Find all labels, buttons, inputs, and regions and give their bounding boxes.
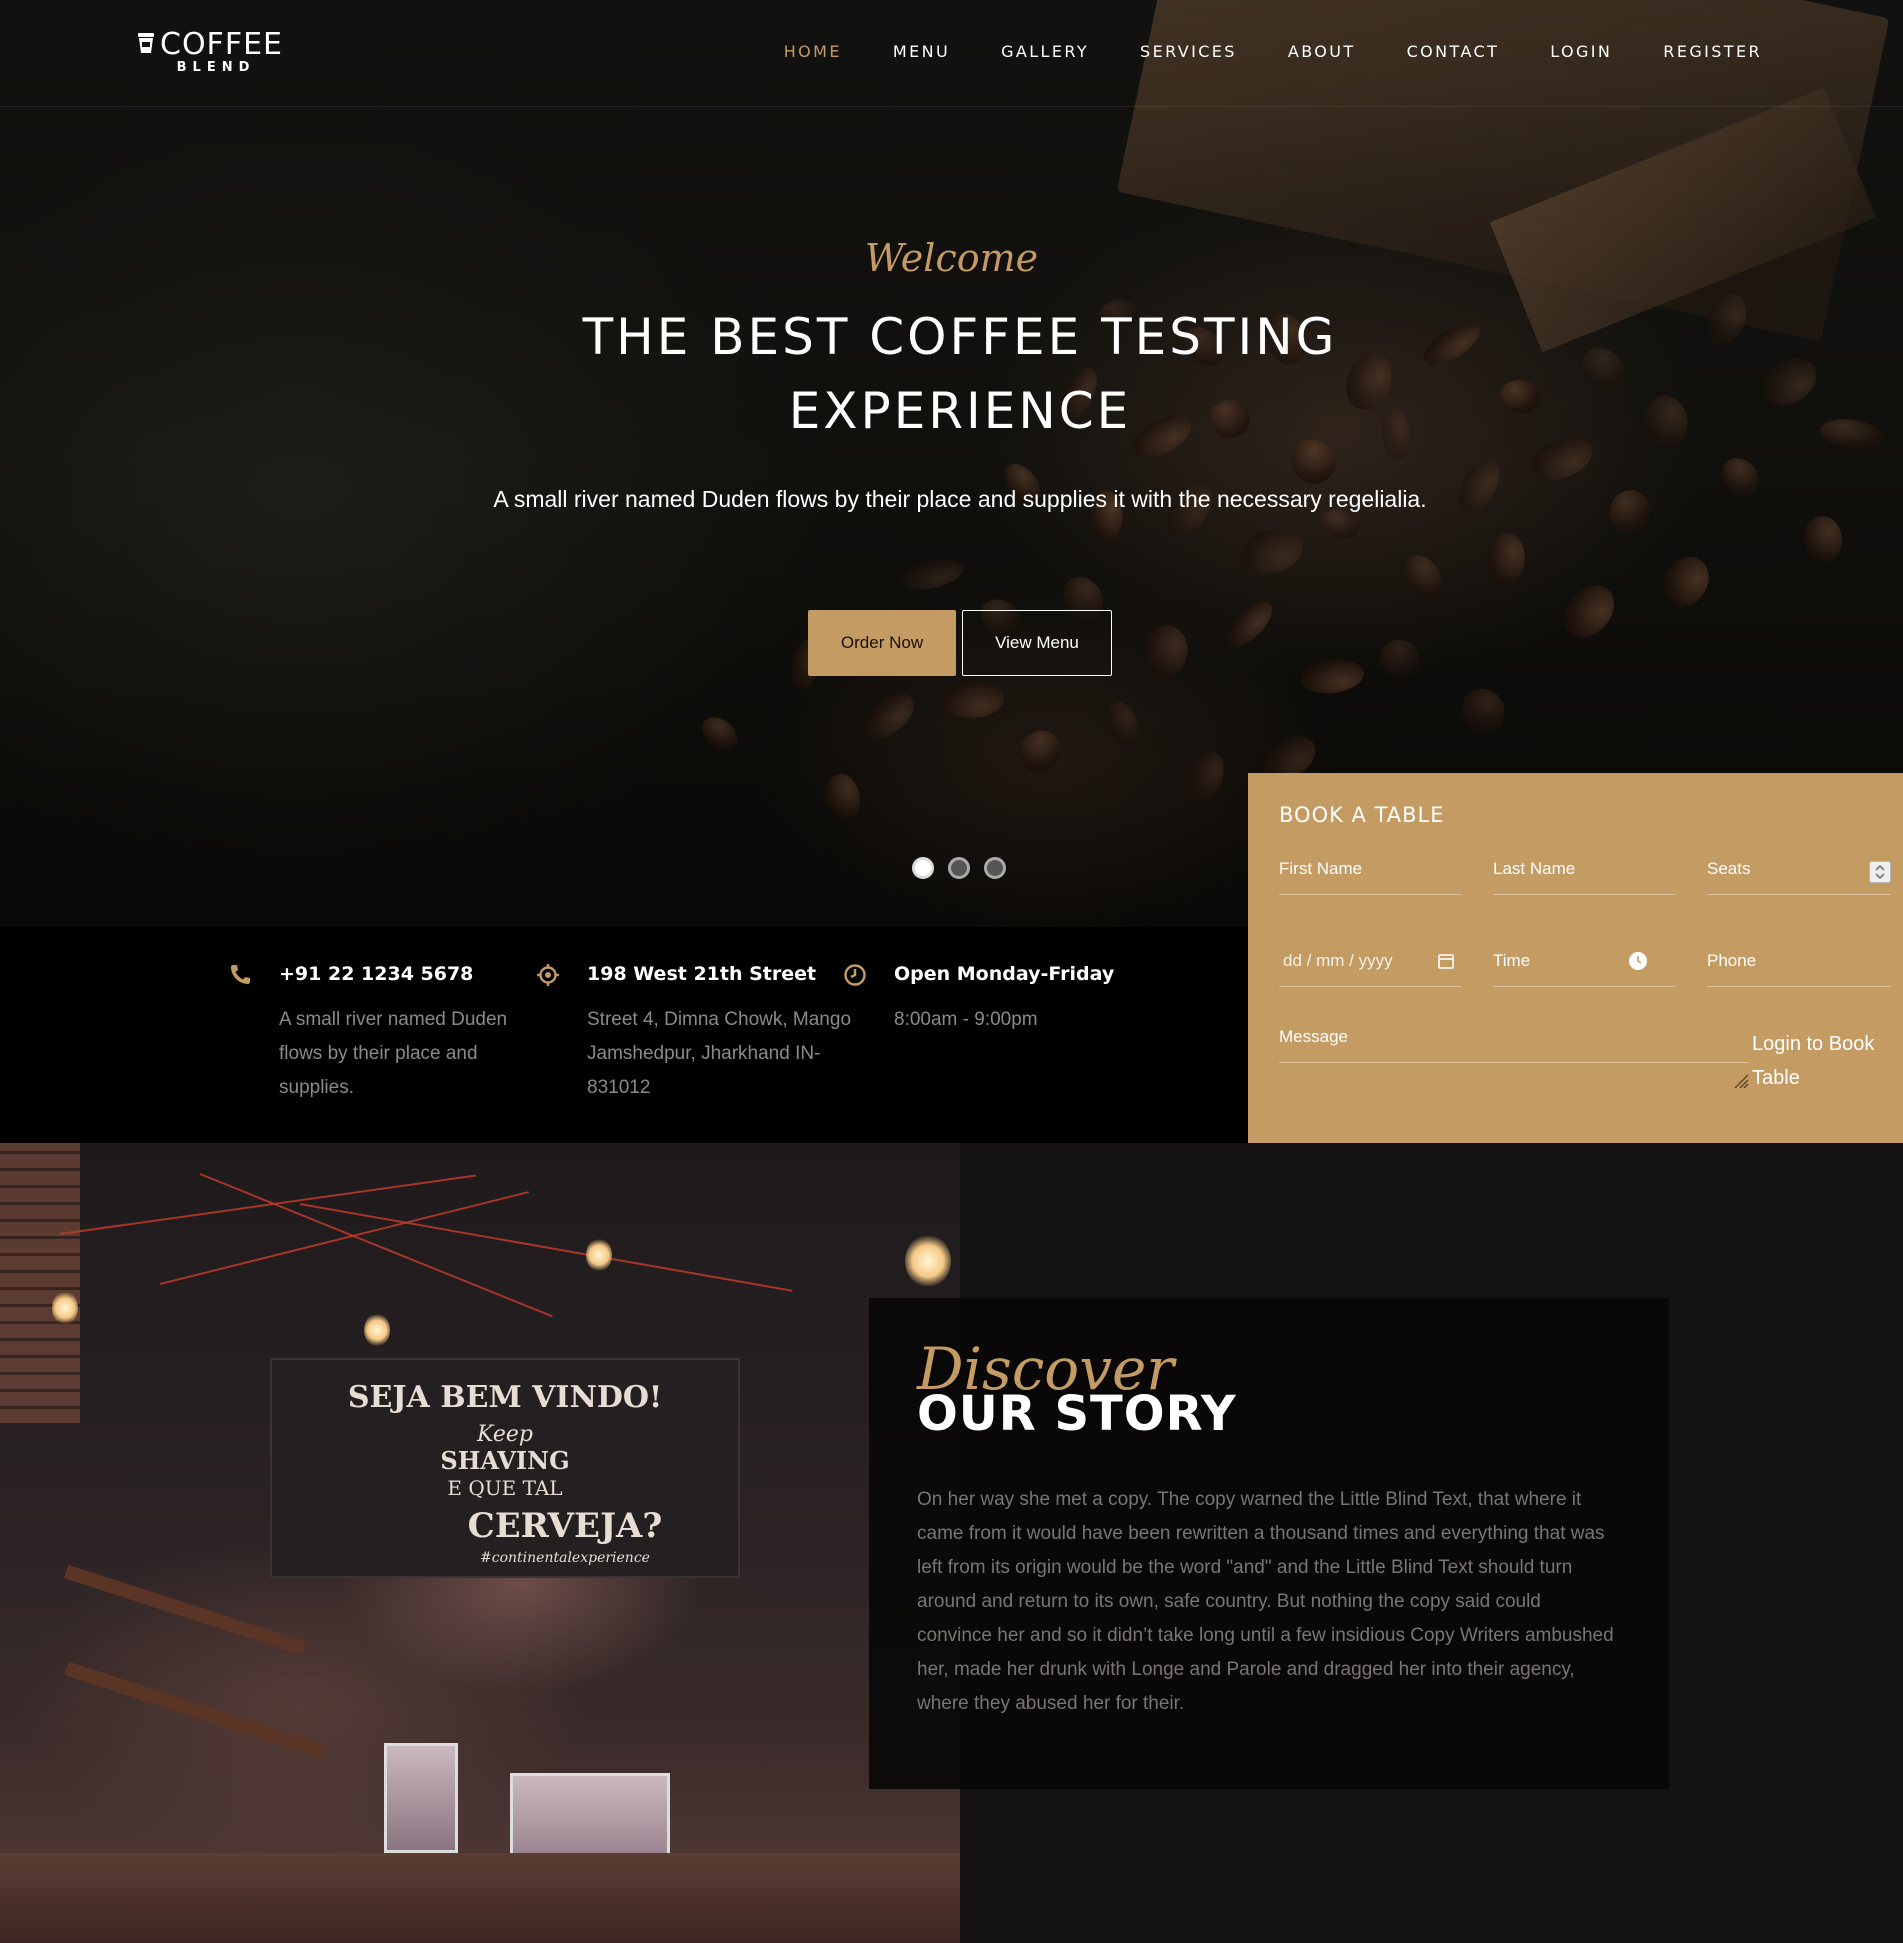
nav-menu[interactable]: MENU <box>893 40 950 64</box>
book-table-title: BOOK A TABLE <box>1279 803 1445 827</box>
cup-icon <box>138 33 154 53</box>
logo[interactable]: COFFEE BLEND <box>136 28 286 78</box>
first-name-field[interactable]: First Name <box>1279 841 1462 895</box>
address-text: Street 4, Dimna Chowk, Mango Jamshedpur,… <box>587 1009 852 1098</box>
calendar-icon[interactable] <box>1436 951 1456 971</box>
date-field[interactable]: dd / mm / yyyy <box>1279 933 1462 987</box>
phone-field[interactable]: Phone <box>1707 933 1891 987</box>
cafe-interior-image: SEJA BEM VINDO! Keep SHAVING E QUE TAL C… <box>0 1143 960 1943</box>
nav-contact[interactable]: CONTACT <box>1407 40 1500 64</box>
first-name-placeholder: First Name <box>1279 859 1363 878</box>
nav-about[interactable]: ABOUT <box>1288 40 1356 64</box>
nav-register[interactable]: REGISTER <box>1663 40 1762 64</box>
view-menu-button[interactable]: View Menu <box>962 610 1112 676</box>
phone-number[interactable]: +91 22 1234 5678 <box>279 963 473 985</box>
slider-dot[interactable] <box>984 857 1006 879</box>
logo-subtitle: BLEND <box>176 60 256 75</box>
message-field[interactable]: Message <box>1279 1009 1749 1063</box>
time-field[interactable]: Time <box>1493 933 1676 987</box>
hours-heading: Open Monday-Friday <box>894 963 1115 985</box>
slider-dot[interactable] <box>948 857 970 879</box>
nav-services[interactable]: SERVICES <box>1140 40 1237 64</box>
message-placeholder: Message <box>1279 1027 1348 1046</box>
hero-welcome: Welcome <box>864 236 1039 280</box>
info-phone-text: A small river named Duden flows by their… <box>279 1009 508 1098</box>
phone-icon <box>231 965 250 984</box>
hero-subtitle: A small river named Duden flows by their… <box>493 486 1427 512</box>
time-placeholder: Time <box>1493 951 1531 970</box>
story-text: On her way she met a copy. The copy warn… <box>917 1489 1614 1714</box>
seats-placeholder: Seats <box>1707 859 1751 878</box>
main-menu: HOME MENU GALLERY SERVICES ABOUT CONTACT… <box>733 40 1762 64</box>
book-table-form: BOOK A TABLE First Name Last Name Seats … <box>1248 773 1903 1143</box>
light-bulb <box>905 1235 951 1287</box>
last-name-placeholder: Last Name <box>1493 859 1576 878</box>
address-heading: 198 West 21th Street <box>587 963 817 985</box>
nav-gallery[interactable]: GALLERY <box>1001 40 1089 64</box>
nav-home[interactable]: HOME <box>784 40 842 64</box>
nav-login[interactable]: LOGIN <box>1550 40 1612 64</box>
resize-handle-icon[interactable] <box>1731 1071 1749 1089</box>
location-icon <box>537 964 559 986</box>
hours-text: 8:00am - 9:00pm <box>894 1009 1038 1030</box>
phone-placeholder: Phone <box>1707 951 1757 970</box>
slider-dot[interactable] <box>912 857 934 879</box>
light-bulb <box>364 1313 390 1347</box>
light-bulb <box>52 1291 78 1325</box>
logo-name: COFFEE <box>160 27 283 62</box>
order-now-button[interactable]: Order Now <box>808 610 956 676</box>
chalkboard-sign: SEJA BEM VINDO! Keep SHAVING E QUE TAL C… <box>270 1358 740 1578</box>
time-icon[interactable] <box>1628 951 1648 971</box>
bar-counter <box>0 1853 960 1943</box>
drinks-fridge <box>384 1743 458 1853</box>
login-to-book-link[interactable]: Login to Book Table <box>1752 1027 1902 1095</box>
slider-dots <box>912 857 1006 879</box>
light-bulb <box>586 1238 612 1272</box>
hero-title: THE BEST COFFEE TESTING EXPERIENCE <box>582 308 1338 440</box>
seats-field[interactable]: Seats <box>1707 841 1891 895</box>
date-placeholder: dd / mm / yyyy <box>1283 951 1393 970</box>
last-name-field[interactable]: Last Name <box>1493 841 1676 895</box>
story-title: OUR STORY <box>917 1386 1237 1442</box>
spinner-icon[interactable] <box>1869 861 1891 883</box>
clock-icon <box>844 964 866 986</box>
top-navigation: COFFEE BLEND HOME MENU GALLERY SERVICES … <box>0 0 1903 107</box>
